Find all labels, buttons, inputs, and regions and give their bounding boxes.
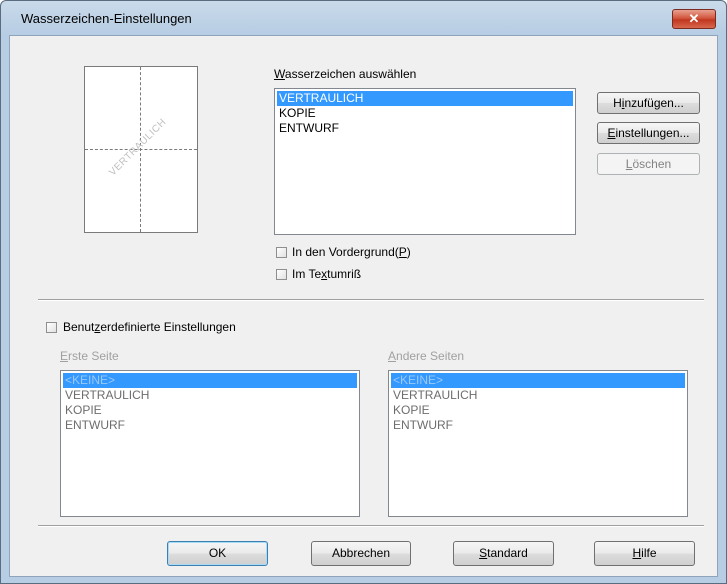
help-button[interactable]: Hilfe: [594, 541, 695, 566]
list-item[interactable]: ENTWURF: [277, 121, 573, 136]
outline-checkbox-label: Im Textumriß: [292, 267, 362, 281]
cancel-button[interactable]: Abbrechen: [311, 541, 411, 566]
watermark-preview: VERTRAULICH: [84, 66, 198, 233]
list-item[interactable]: <KEINE>: [391, 373, 685, 388]
foreground-checkbox-label: In den Vordergrund(P): [292, 245, 411, 259]
preview-watermark-text: VERTRAULICH: [107, 116, 169, 179]
other-pages-listbox[interactable]: <KEINE> VERTRAULICH KOPIE ENTWURF: [388, 370, 688, 517]
custom-settings-checkbox[interactable]: [46, 322, 57, 333]
list-item[interactable]: KOPIE: [277, 106, 573, 121]
list-item[interactable]: VERTRAULICH: [391, 388, 685, 403]
list-item[interactable]: VERTRAULICH: [63, 388, 357, 403]
dialog-window: Wasserzeichen-Einstellungen ✕ VERTRAULIC…: [0, 0, 727, 584]
add-button[interactable]: Hinzufügen...: [597, 92, 700, 114]
list-item[interactable]: <KEINE>: [63, 373, 357, 388]
first-page-label: Erste Seite: [60, 349, 119, 363]
section-separator: [38, 299, 704, 301]
dialog-client-area: VERTRAULICH Wasserzeichen auswählen VERT…: [9, 35, 718, 577]
title-bar: Wasserzeichen-Einstellungen ✕: [1, 1, 726, 35]
ok-button[interactable]: OK: [167, 541, 268, 566]
other-pages-label: Andere Seiten: [388, 349, 465, 363]
list-item[interactable]: ENTWURF: [63, 418, 357, 433]
outline-checkbox[interactable]: [276, 269, 287, 280]
foreground-checkbox[interactable]: [276, 247, 287, 258]
list-item[interactable]: ENTWURF: [391, 418, 685, 433]
footer-separator: [38, 525, 704, 527]
watermark-select-label: Wasserzeichen auswählen: [274, 67, 417, 81]
watermark-listbox[interactable]: VERTRAULICH KOPIE ENTWURF: [274, 88, 576, 235]
custom-settings-label: Benutzerdefinierte Einstellungen: [63, 320, 236, 334]
settings-button[interactable]: Einstellungen...: [597, 122, 700, 144]
list-item[interactable]: KOPIE: [63, 403, 357, 418]
window-title: Wasserzeichen-Einstellungen: [21, 11, 192, 26]
list-item[interactable]: VERTRAULICH: [277, 91, 573, 106]
close-button[interactable]: ✕: [672, 9, 716, 29]
first-page-listbox[interactable]: <KEINE> VERTRAULICH KOPIE ENTWURF: [60, 370, 360, 517]
close-icon: ✕: [688, 11, 700, 26]
delete-button[interactable]: Löschen: [597, 153, 700, 175]
default-button[interactable]: Standard: [453, 541, 554, 566]
list-item[interactable]: KOPIE: [391, 403, 685, 418]
